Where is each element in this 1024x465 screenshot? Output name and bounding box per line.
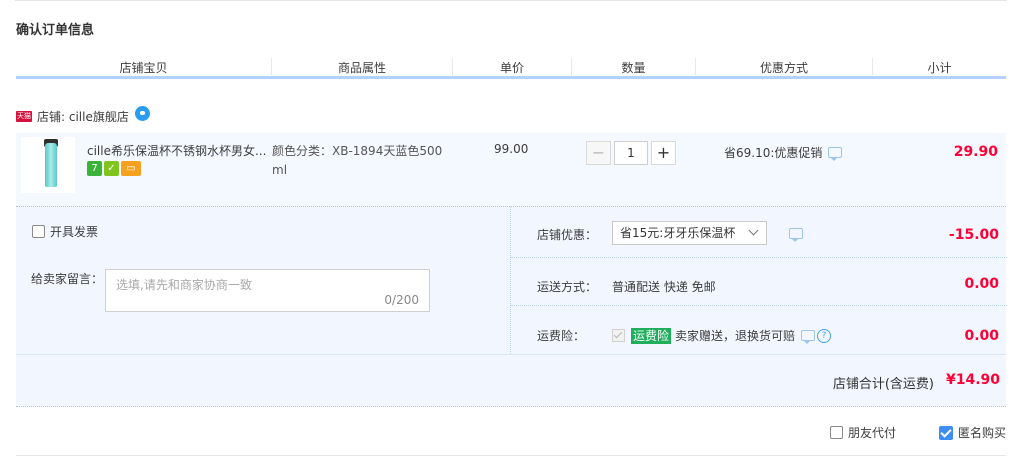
- divider: [511, 257, 1007, 259]
- service-badges: 7 ✓ ▭: [87, 161, 141, 176]
- header-attributes: 商品属性: [337, 61, 386, 75]
- header-price: 单价: [499, 61, 524, 75]
- seven-day-return-icon[interactable]: 7: [87, 161, 102, 176]
- memo-char-counter: 0/200: [384, 293, 419, 307]
- bottom-options: 朋友代付 匿名购买: [16, 421, 1006, 443]
- tmall-logo-icon: 天猫: [16, 110, 32, 122]
- guarantee-shield-icon[interactable]: ✓: [104, 161, 119, 176]
- promotion-comment-icon[interactable]: [828, 147, 843, 161]
- friend-pay-checkbox[interactable]: [829, 426, 843, 439]
- product-title-link[interactable]: cille希乐保温杯不锈钢水杯男女...: [87, 142, 269, 159]
- insurance-checkbox-disabled: [612, 329, 625, 342]
- shop-discount-select[interactable]: 省15元:牙牙乐保温杯: [612, 221, 767, 245]
- page-title: 确认订单信息: [16, 23, 95, 38]
- shipping-label: 运送方式：: [537, 280, 598, 294]
- insurance-tag: 运费险: [631, 327, 672, 344]
- header-quantity: 数量: [621, 61, 646, 75]
- anonymous-option[interactable]: 匿名购买: [938, 424, 1006, 441]
- anonymous-label: 匿名购买: [957, 426, 1006, 440]
- quantity-stepper: − 1 +: [586, 141, 676, 165]
- help-icon[interactable]: ?: [817, 328, 832, 343]
- product-thumbnail[interactable]: [21, 137, 75, 193]
- header-promotion: 优惠方式: [759, 61, 808, 75]
- unit-price: 99.00: [494, 142, 529, 156]
- shop-discount-selected: 省15元:牙牙乐保温杯: [620, 226, 736, 240]
- memo-textarea[interactable]: 选填,请先和商家协商一致 0/200: [105, 269, 430, 312]
- shop-row: 天猫 店铺: cille旗舰店: [16, 105, 150, 125]
- bottle-body-shape: [45, 143, 57, 187]
- product-attributes: 颜色分类：XB-1894天蓝色500 ml: [272, 144, 443, 177]
- invoice-option[interactable]: 开具发票: [32, 223, 98, 240]
- fee-panel: 店铺优惠： 省15元:牙牙乐保温杯 -15.00 运送方式： 普通配送 快递 免…: [510, 207, 1007, 354]
- top-divider: [15, 0, 1007, 1]
- shop-discount-label: 店铺优惠：: [537, 228, 598, 242]
- friend-pay-option[interactable]: 朋友代付: [829, 424, 896, 441]
- shipping-method: 普通配送 快递 免邮: [612, 280, 716, 294]
- insurance-label: 运费险：: [537, 329, 586, 343]
- shipping-fee: 0.00: [964, 276, 999, 292]
- anonymous-checkbox-checked[interactable]: [938, 425, 953, 440]
- credit-card-icon[interactable]: ▭: [121, 161, 141, 176]
- shop-name[interactable]: 店铺: cille旗舰店: [37, 108, 129, 125]
- shop-total-value: ¥14.90: [945, 372, 1000, 388]
- insurance-comment-icon[interactable]: [801, 330, 816, 344]
- shop-discount-value: -15.00: [948, 227, 999, 243]
- promotion-info: 省69.10:优惠促销: [724, 144, 843, 161]
- wangwang-chat-icon[interactable]: [134, 105, 150, 121]
- friend-pay-label: 朋友代付: [847, 426, 896, 440]
- divider: [511, 305, 1007, 307]
- memo-placeholder: 选填,请先和商家协商一致: [116, 278, 252, 292]
- shop-total-label: 店铺合计(含运费): [832, 377, 934, 392]
- table-header: 店铺宝贝 商品属性 单价 数量 优惠方式 小计: [16, 56, 1006, 79]
- header-subtotal: 小计: [927, 61, 952, 75]
- header-shop-item: 店铺宝贝: [119, 61, 168, 75]
- insurance-fee: 0.00: [964, 328, 999, 344]
- order-options: 开具发票 给卖家留言： 选填,请先和商家协商一致 0/200 店铺优惠： 省15…: [16, 207, 1007, 355]
- chevron-down-icon: [748, 225, 759, 236]
- item-subtotal: 29.90: [953, 144, 998, 160]
- quantity-increase-button[interactable]: +: [651, 141, 676, 165]
- bottom-divider: [16, 455, 1006, 456]
- promotion-text: 省69.10:优惠促销: [724, 146, 823, 160]
- memo-label: 给卖家留言：: [31, 272, 104, 286]
- invoice-checkbox[interactable]: [32, 225, 45, 238]
- quantity-input[interactable]: 1: [614, 141, 648, 165]
- shop-total-row: 店铺合计(含运费) ¥14.90: [16, 355, 1006, 407]
- quantity-decrease-button[interactable]: −: [586, 141, 611, 165]
- insurance-info: 运费险 卖家赠送，退换货可赔 ?: [612, 327, 832, 344]
- invoice-label: 开具发票: [50, 225, 99, 239]
- discount-comment-icon[interactable]: [789, 228, 803, 242]
- insurance-text: 卖家赠送，退换货可赔: [675, 329, 796, 343]
- order-item-row: cille希乐保温杯不锈钢水杯男女... 7 ✓ ▭ 颜色分类：XB-1894天…: [16, 133, 1006, 207]
